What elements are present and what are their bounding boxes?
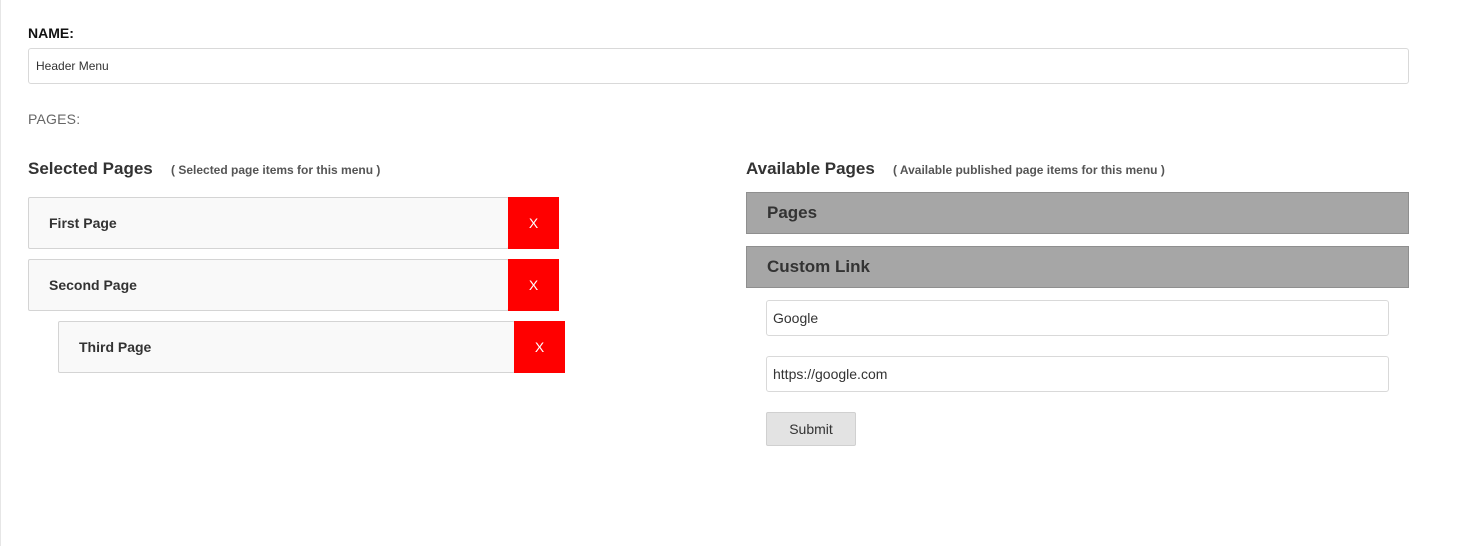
available-pages-title: Available Pages [746,159,875,178]
selected-page-label: Second Page [49,277,137,293]
custom-link-accordion-header[interactable]: Custom Link [746,246,1409,288]
selected-page-label: Third Page [79,339,152,355]
remove-page-button[interactable]: X [508,197,559,249]
page-left-border [0,0,1,546]
name-input[interactable] [28,48,1409,84]
submit-button[interactable]: Submit [766,412,856,446]
remove-page-button[interactable]: X [508,259,559,311]
selected-page-label: First Page [49,215,117,231]
custom-link-url-input[interactable] [766,356,1389,392]
remove-page-button[interactable]: X [514,321,565,373]
pages-accordion-header[interactable]: Pages [746,192,1409,234]
name-label: NAME: [28,25,74,41]
selected-pages-title: Selected Pages [28,159,153,178]
selected-pages-hint: ( Selected page items for this menu ) [171,163,381,177]
selected-page-item[interactable]: Third Page [58,321,515,373]
selected-page-item[interactable]: First Page [28,197,509,249]
pages-label: PAGES: [28,111,81,127]
selected-page-item[interactable]: Second Page [28,259,509,311]
available-pages-hint: ( Available published page items for thi… [893,163,1165,177]
custom-link-title-input[interactable] [766,300,1389,336]
